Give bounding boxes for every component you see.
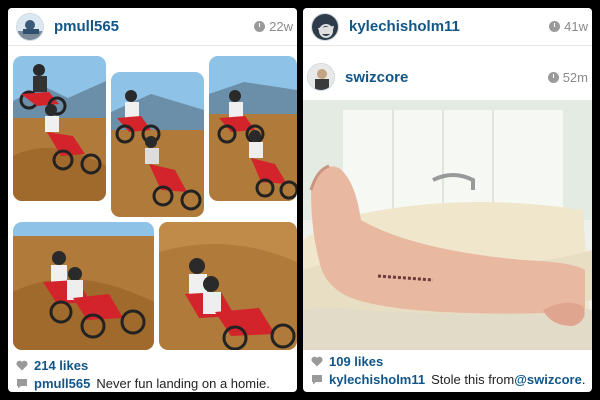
collage-frame: pmull565 22w 214 likes pmull565 Never fu…	[0, 0, 600, 400]
caption-row: kylechisholm11 Stole this from @swizcore…	[311, 372, 585, 387]
heart-icon	[311, 356, 323, 367]
caption-text: Never fun landing on a homie.	[96, 376, 270, 391]
avatar[interactable]	[311, 12, 339, 41]
comment-bubble-icon	[17, 379, 27, 389]
clock-icon	[254, 21, 266, 32]
likes-count[interactable]: 109 likes	[329, 354, 383, 369]
collage-photo-2	[111, 72, 204, 217]
likes-row[interactable]: 214 likes	[16, 358, 88, 373]
caption-username[interactable]: kylechisholm11	[329, 372, 425, 387]
left-post: pmull565 22w 214 likes pmull565 Never fu…	[8, 8, 297, 392]
caption-text: Stole this from	[431, 372, 515, 387]
right-post: kylechisholm11 41w swizcore 52m 109 like…	[303, 8, 592, 392]
username-link[interactable]: kylechisholm11	[349, 18, 460, 35]
time-label: 41w	[564, 19, 588, 34]
collage-photo-4	[13, 222, 154, 350]
photo-collage[interactable]	[8, 54, 297, 352]
time-label: 22w	[269, 19, 293, 34]
post-time: 22w	[254, 19, 293, 34]
avatar[interactable]	[16, 12, 44, 41]
caption-username[interactable]: pmull565	[34, 376, 90, 391]
likes-row[interactable]: 109 likes	[311, 354, 383, 369]
repost-avatar[interactable]	[307, 63, 335, 91]
post-header: kylechisholm11 41w	[303, 8, 592, 46]
repost-header: swizcore 52m	[303, 58, 592, 96]
username-link[interactable]: pmull565	[54, 18, 119, 35]
time-label: 52m	[562, 70, 588, 85]
repost-username[interactable]: swizcore	[345, 69, 408, 86]
collage-photo-3	[209, 56, 297, 201]
caption-mention[interactable]: @swizcore	[514, 372, 582, 387]
heart-icon	[16, 360, 28, 371]
repost-time: 52m	[547, 70, 588, 85]
post-time: 41w	[549, 19, 588, 34]
clock-icon	[549, 21, 561, 32]
clock-icon	[547, 72, 559, 83]
caption-row: pmull565 Never fun landing on a homie.	[16, 376, 270, 391]
collage-photo-5	[159, 222, 297, 350]
likes-count[interactable]: 214 likes	[34, 358, 88, 373]
collage-photo-1	[13, 56, 106, 201]
caption-end: .	[581, 372, 586, 387]
comment-bubble-icon	[312, 375, 322, 385]
post-header: pmull565 22w	[8, 8, 297, 46]
post-photo[interactable]	[303, 100, 592, 350]
